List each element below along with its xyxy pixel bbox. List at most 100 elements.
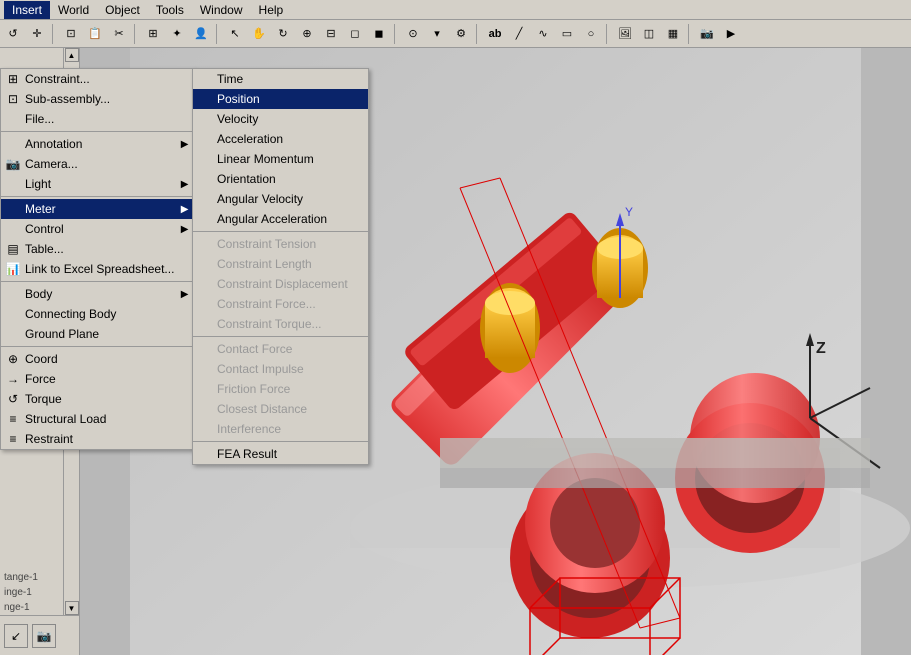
menu-item-coord[interactable]: ⊕ Coord — [1, 349, 194, 369]
toolbar-sep-7 — [688, 24, 692, 44]
menu-sep-3 — [1, 281, 194, 282]
meter-item-fea-result[interactable]: FEA Result — [193, 444, 368, 464]
menu-item-table[interactable]: ▤ Table... — [1, 239, 194, 259]
camera-icon: 📷 — [5, 156, 21, 172]
menu-item-subassembly[interactable]: ⊡ Sub-assembly... — [1, 89, 194, 109]
force-icon: → — [5, 371, 21, 387]
annotation-arrow: ▶ — [181, 139, 189, 150]
toolbar-btn-circ[interactable]: ○ — [580, 23, 602, 45]
meter-item-constraint-torque: Constraint Torque... — [193, 314, 368, 334]
body-arrow: ▶ — [181, 289, 189, 300]
menu-sep-2 — [1, 196, 194, 197]
menubar: Insert World Object Tools Window Help — [0, 0, 911, 20]
toolbar-btn-solid[interactable]: ◼ — [368, 23, 390, 45]
meter-item-time[interactable]: Time — [193, 69, 368, 89]
coord-icon: ⊕ — [5, 351, 21, 367]
meter-item-closest-distance: Closest Distance — [193, 399, 368, 419]
menu-world[interactable]: World — [50, 1, 97, 19]
main-area: tange-1 inge-1 nge-1 ↙ 📷 ▲ ▼ — [0, 48, 911, 655]
menu-item-connecting-body[interactable]: Connecting Body — [1, 304, 194, 324]
meter-item-constraint-length: Constraint Length — [193, 254, 368, 274]
meter-sep-3 — [193, 441, 368, 442]
toolbar-btn-rect[interactable]: ▭ — [556, 23, 578, 45]
toolbar-btn-fit[interactable]: ⊟ — [320, 23, 342, 45]
meter-item-constraint-tension: Constraint Tension — [193, 234, 368, 254]
light-arrow: ▶ — [181, 179, 189, 190]
menu-item-structural-load[interactable]: ≡ Structural Load — [1, 409, 194, 429]
menu-item-light[interactable]: Light ▶ — [1, 174, 194, 194]
meter-sep-1 — [193, 231, 368, 232]
toolbar-btn-line[interactable]: ╱ — [508, 23, 530, 45]
meter-item-constraint-force: Constraint Force... — [193, 294, 368, 314]
svg-text:Z: Z — [816, 340, 826, 357]
meter-item-constraint-displacement: Constraint Displacement — [193, 274, 368, 294]
menu-item-ground-plane[interactable]: Ground Plane — [1, 324, 194, 344]
toolbar-btn-wire[interactable]: ◻ — [344, 23, 366, 45]
toolbar-btn-zoom[interactable]: ⊕ — [296, 23, 318, 45]
menu-help[interactable]: Help — [251, 1, 292, 19]
meter-item-interference: Interference — [193, 419, 368, 439]
menu-item-constraint[interactable]: ⊞ Constraint... — [1, 69, 194, 89]
menu-insert[interactable]: Insert — [4, 1, 50, 19]
menu-item-camera[interactable]: 📷 Camera... — [1, 154, 194, 174]
toolbar-btn-circle[interactable]: ⊙ — [402, 23, 424, 45]
menu-item-torque[interactable]: ↺ Torque — [1, 389, 194, 409]
menu-item-force[interactable]: → Force — [1, 369, 194, 389]
toolbar-btn-cut[interactable]: ✂ — [108, 23, 130, 45]
toolbar-sep-2 — [134, 24, 138, 44]
toolbar-btn-text[interactable]: ab — [484, 23, 506, 45]
meter-item-contact-force: Contact Force — [193, 339, 368, 359]
toolbar-btn-layer[interactable]: ▦ — [662, 23, 684, 45]
toolbar-sep-4 — [394, 24, 398, 44]
menu-item-control[interactable]: Control ▶ — [1, 219, 194, 239]
toolbar-btn-settings[interactable]: ⚙ — [450, 23, 472, 45]
meter-item-linear-momentum[interactable]: Linear Momentum — [193, 149, 368, 169]
meter-item-angular-velocity[interactable]: Angular Velocity — [193, 189, 368, 209]
toolbar-btn-img[interactable]: 🖼 — [614, 23, 636, 45]
panel-btn-1[interactable]: ↙ — [4, 624, 28, 648]
menu-item-meter[interactable]: Meter ▶ — [1, 199, 194, 219]
meter-item-angular-acceleration[interactable]: Angular Acceleration — [193, 209, 368, 229]
meter-item-position[interactable]: Position — [193, 89, 368, 109]
toolbar-btn-move[interactable]: ✛ — [26, 23, 48, 45]
toolbar-btn-3d[interactable]: ◫ — [638, 23, 660, 45]
meter-sep-2 — [193, 336, 368, 337]
toolbar-btn-copy[interactable]: ⊡ — [60, 23, 82, 45]
toolbar-btn-snap[interactable]: ✦ — [166, 23, 188, 45]
toolbar-btn-grid[interactable]: ⊞ — [142, 23, 164, 45]
meter-item-acceleration[interactable]: Acceleration — [193, 129, 368, 149]
menu-item-file[interactable]: File... — [1, 109, 194, 129]
toolbar-btn-pan[interactable]: ✋ — [248, 23, 270, 45]
scroll-up-arrow[interactable]: ▲ — [65, 48, 79, 62]
toolbar-btn-select[interactable]: ↖ — [224, 23, 246, 45]
menu-item-link-excel[interactable]: 📊 Link to Excel Spreadsheet... — [1, 259, 194, 279]
menu-window[interactable]: Window — [192, 1, 251, 19]
toolbar-btn-rotate[interactable]: ↻ — [272, 23, 294, 45]
toolbar-sep-5 — [476, 24, 480, 44]
scroll-down-arrow[interactable]: ▼ — [65, 601, 79, 615]
meter-item-contact-impulse: Contact Impulse — [193, 359, 368, 379]
meter-item-velocity[interactable]: Velocity — [193, 109, 368, 129]
menu-sep-1 — [1, 131, 194, 132]
toolbar-btn-dropdown[interactable]: ▾ — [426, 23, 448, 45]
toolbar-btn-render[interactable]: ▶ — [720, 23, 742, 45]
menu-sep-4 — [1, 346, 194, 347]
menu-item-annotation[interactable]: Annotation ▶ — [1, 134, 194, 154]
constraint-icon: ⊞ — [5, 71, 21, 87]
toolbar-btn-refresh[interactable]: ↺ — [2, 23, 24, 45]
toolbar-btn-curve[interactable]: ∿ — [532, 23, 554, 45]
menu-item-body[interactable]: Body ▶ — [1, 284, 194, 304]
menu-item-restraint[interactable]: ≡ Restraint — [1, 429, 194, 449]
toolbar-btn-person[interactable]: 👤 — [190, 23, 212, 45]
menu-tools[interactable]: Tools — [148, 1, 192, 19]
meter-arrow: ▶ — [181, 204, 189, 215]
excel-icon: 📊 — [5, 261, 21, 277]
menu-object[interactable]: Object — [97, 1, 148, 19]
toolbar-btn-camera[interactable]: 📷 — [696, 23, 718, 45]
subassembly-icon: ⊡ — [5, 91, 21, 107]
meter-item-orientation[interactable]: Orientation — [193, 169, 368, 189]
toolbar-btn-paste[interactable]: 📋 — [84, 23, 106, 45]
torque-icon: ↺ — [5, 391, 21, 407]
table-icon: ▤ — [5, 241, 21, 257]
panel-btn-2[interactable]: 📷 — [32, 624, 56, 648]
